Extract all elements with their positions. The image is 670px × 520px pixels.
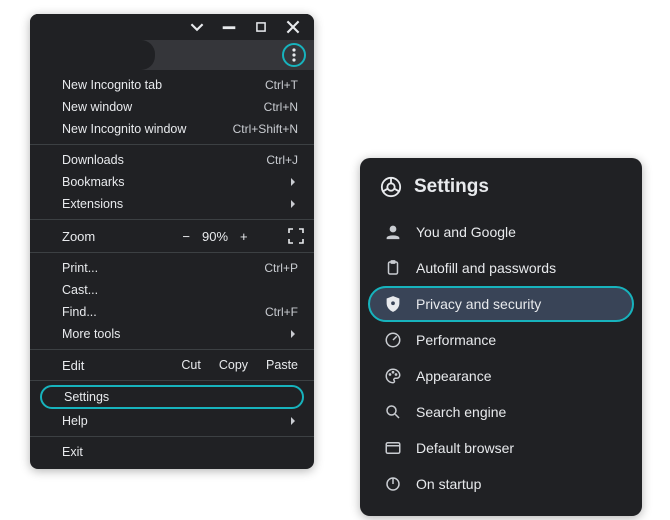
menu-item-label: Downloads (62, 153, 124, 167)
menu-separator (30, 219, 314, 220)
menu-item-exit[interactable]: Exit (30, 441, 314, 463)
menu-item-downloads[interactable]: Downloads Ctrl+J (30, 149, 314, 171)
menu-item-label: Help (62, 414, 88, 428)
zoom-label: Zoom (62, 229, 142, 244)
menu-item-settings[interactable]: Settings (42, 387, 302, 407)
minimize-icon[interactable] (222, 20, 236, 34)
menu-item-cast[interactable]: Cast... (30, 279, 314, 301)
menu-item-label: Print... (62, 261, 98, 275)
sidebar-item-privacy-security[interactable]: Privacy and security (368, 286, 634, 322)
window-controls (30, 14, 314, 40)
menu-item-label: More tools (62, 327, 120, 341)
speedometer-icon (384, 331, 402, 349)
power-icon (384, 475, 402, 493)
menu-item-label: Exit (62, 445, 83, 459)
search-icon (384, 403, 402, 421)
settings-header: Settings (368, 172, 634, 214)
person-icon (384, 223, 402, 241)
menu-separator (30, 436, 314, 437)
menu-separator (30, 144, 314, 145)
sidebar-item-label: Autofill and passwords (416, 260, 556, 276)
menu-item-new-incognito-window[interactable]: New Incognito window Ctrl+Shift+N (30, 118, 314, 140)
tab-strip (30, 40, 314, 70)
zoom-in-button[interactable]: + (240, 229, 248, 244)
chrome-logo-icon (380, 176, 402, 198)
sidebar-item-label: Privacy and security (416, 296, 541, 312)
menu-item-shortcut: Ctrl+F (265, 305, 298, 319)
menu-item-zoom: Zoom − 90% + (30, 224, 314, 248)
settings-title: Settings (414, 176, 489, 198)
clipboard-icon (384, 259, 402, 277)
menu-item-shortcut: Ctrl+J (266, 153, 298, 167)
menu-item-shortcut: Ctrl+Shift+N (233, 122, 298, 136)
sidebar-item-performance[interactable]: Performance (368, 322, 634, 358)
menu-item-label: Cast... (62, 283, 98, 297)
zoom-controls: − 90% + (142, 229, 288, 244)
menu-item-label: New window (62, 100, 132, 114)
menu-item-edit: Edit Cut Copy Paste (30, 354, 314, 376)
sidebar-item-label: Appearance (416, 368, 492, 384)
menu-item-label: Find... (62, 305, 97, 319)
cut-button[interactable]: Cut (181, 358, 200, 372)
shield-icon (384, 295, 402, 313)
sidebar-item-label: You and Google (416, 224, 516, 240)
fullscreen-icon[interactable] (288, 228, 304, 244)
sidebar-item-appearance[interactable]: Appearance (368, 358, 634, 394)
sidebar-item-label: Search engine (416, 404, 506, 420)
menu-item-label: Settings (64, 390, 109, 404)
menu-separator (30, 349, 314, 350)
menu-item-bookmarks[interactable]: Bookmarks (30, 171, 314, 193)
sidebar-item-default-browser[interactable]: Default browser (368, 430, 634, 466)
palette-icon (384, 367, 402, 385)
menu-item-label: Extensions (62, 197, 123, 211)
active-tab[interactable] (30, 40, 155, 70)
menu-item-more-tools[interactable]: More tools (30, 323, 314, 345)
menu-item-print[interactable]: Print... Ctrl+P (30, 257, 314, 279)
chevron-down-icon[interactable] (190, 20, 204, 34)
zoom-out-button[interactable]: − (182, 229, 190, 244)
sidebar-item-on-startup[interactable]: On startup (368, 466, 634, 502)
menu-item-label: New Incognito tab (62, 78, 162, 92)
sidebar-item-label: Performance (416, 332, 496, 348)
chevron-right-icon (288, 199, 298, 209)
chevron-right-icon (288, 416, 298, 426)
menu-item-find[interactable]: Find... Ctrl+F (30, 301, 314, 323)
maximize-icon[interactable] (254, 20, 268, 34)
browser-icon (384, 439, 402, 457)
paste-button[interactable]: Paste (266, 358, 298, 372)
menu-separator (30, 380, 314, 381)
menu-item-help[interactable]: Help (30, 410, 314, 432)
menu-body: New Incognito tab Ctrl+T New window Ctrl… (30, 70, 314, 469)
chevron-right-icon (288, 177, 298, 187)
sidebar-item-search-engine[interactable]: Search engine (368, 394, 634, 430)
sidebar-item-you-and-google[interactable]: You and Google (368, 214, 634, 250)
copy-button[interactable]: Copy (219, 358, 248, 372)
edit-label: Edit (62, 358, 142, 373)
zoom-value: 90% (202, 229, 228, 244)
menu-item-label: New Incognito window (62, 122, 186, 136)
menu-item-new-window[interactable]: New window Ctrl+N (30, 96, 314, 118)
sidebar-item-label: On startup (416, 476, 481, 492)
menu-item-shortcut: Ctrl+T (265, 78, 298, 92)
close-icon[interactable] (286, 20, 300, 34)
menu-item-new-incognito-tab[interactable]: New Incognito tab Ctrl+T (30, 74, 314, 96)
sidebar-item-autofill[interactable]: Autofill and passwords (368, 250, 634, 286)
chrome-menu-panel: New Incognito tab Ctrl+T New window Ctrl… (30, 14, 314, 469)
menu-item-extensions[interactable]: Extensions (30, 193, 314, 215)
menu-item-label: Bookmarks (62, 175, 125, 189)
sidebar-item-label: Default browser (416, 440, 514, 456)
menu-separator (30, 252, 314, 253)
chevron-right-icon (288, 329, 298, 339)
kebab-menu-button[interactable] (282, 43, 306, 67)
menu-item-shortcut: Ctrl+P (264, 261, 298, 275)
highlight-ring: Settings (40, 385, 304, 409)
menu-item-shortcut: Ctrl+N (264, 100, 298, 114)
settings-sidebar: Settings You and Google Autofill and pas… (360, 158, 642, 516)
